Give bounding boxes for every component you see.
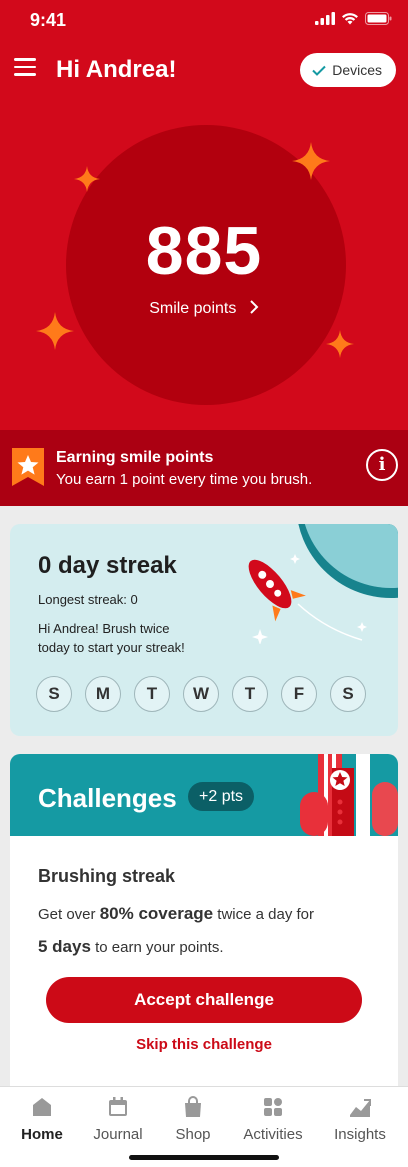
tab-activities[interactable]: Activities bbox=[233, 1095, 313, 1143]
day-tuesday: T bbox=[134, 676, 170, 712]
rocket-illustration bbox=[248, 554, 367, 644]
desc-bold-coverage: 80% coverage bbox=[99, 904, 214, 923]
battery-icon bbox=[365, 12, 392, 25]
points-value: 885 bbox=[145, 213, 263, 289]
grid-icon bbox=[264, 1098, 282, 1116]
challenge-description: Get over 80% coverage twice a day for 5 … bbox=[38, 898, 378, 964]
calendar-icon bbox=[109, 1097, 127, 1116]
desc-bold-days: 5 days bbox=[38, 937, 91, 956]
weekday-row: S M T W T F S bbox=[36, 676, 366, 712]
shopping-bag-icon bbox=[185, 1096, 201, 1117]
sparkle-icon bbox=[326, 330, 354, 358]
status-bar: 9:41 bbox=[0, 0, 408, 42]
accept-challenge-button[interactable]: Accept challenge bbox=[46, 977, 362, 1023]
greeting: Hi Andrea! bbox=[56, 56, 177, 83]
devices-label: Devices bbox=[332, 62, 382, 78]
star-badge-icon bbox=[12, 448, 44, 486]
chevron-right-icon bbox=[250, 300, 259, 314]
day-sunday: S bbox=[36, 676, 72, 712]
tab-journal-label: Journal bbox=[93, 1126, 143, 1143]
tab-insights-label: Insights bbox=[334, 1126, 386, 1143]
smile-points-label: Smile points bbox=[149, 300, 237, 317]
home-icon bbox=[33, 1098, 51, 1116]
day-thursday: T bbox=[232, 676, 268, 712]
tab-shop[interactable]: Shop bbox=[153, 1095, 233, 1143]
chart-icon bbox=[350, 1099, 371, 1117]
hamburger-menu-icon[interactable] bbox=[14, 58, 36, 76]
streak-title: 0 day streak bbox=[38, 552, 177, 579]
points-badge: +2 pts bbox=[188, 782, 255, 811]
day-saturday: S bbox=[330, 676, 366, 712]
earning-banner: Earning smile points You earn 1 point ev… bbox=[0, 430, 408, 506]
sparkle-icon bbox=[292, 142, 330, 180]
skip-challenge-link[interactable]: Skip this challenge bbox=[10, 1036, 398, 1053]
wifi-icon bbox=[342, 13, 358, 25]
tab-home-label: Home bbox=[21, 1126, 63, 1143]
tab-home[interactable]: Home bbox=[2, 1095, 82, 1143]
day-monday: M bbox=[85, 676, 121, 712]
streak-message: Hi Andrea! Brush twice today to start yo… bbox=[38, 619, 185, 657]
status-icons bbox=[315, 12, 392, 25]
streak-message-line2: today to start your streak! bbox=[38, 640, 185, 655]
tab-activities-label: Activities bbox=[243, 1126, 303, 1143]
checkmark-icon bbox=[312, 65, 326, 76]
challenges-title: Challenges bbox=[38, 783, 177, 813]
tab-journal[interactable]: Journal bbox=[78, 1095, 158, 1143]
longest-streak: Longest streak: 0 bbox=[38, 592, 138, 607]
status-time: 9:41 bbox=[30, 10, 67, 30]
challenge-header: Challenges +2 pts bbox=[10, 754, 398, 836]
desc-text: twice a day for bbox=[213, 906, 314, 923]
hero-section: Hi Andrea! Devices 885 Smile points bbox=[0, 42, 408, 430]
home-indicator bbox=[129, 1155, 279, 1160]
signal-icon bbox=[315, 12, 335, 25]
desc-text: Get over bbox=[38, 906, 100, 923]
sparkle-icon bbox=[74, 166, 100, 192]
challenge-name: Brushing streak bbox=[38, 866, 176, 886]
info-icon[interactable]: i bbox=[366, 449, 398, 481]
earning-title: Earning smile points bbox=[56, 449, 214, 466]
earning-subtitle: You earn 1 point every time you brush. bbox=[56, 471, 313, 488]
devices-button[interactable]: Devices bbox=[300, 53, 396, 87]
tab-insights[interactable]: Insights bbox=[320, 1095, 400, 1143]
trophy-illustration bbox=[300, 754, 398, 836]
day-friday: F bbox=[281, 676, 317, 712]
desc-text: to earn your points. bbox=[90, 939, 224, 956]
tab-shop-label: Shop bbox=[175, 1126, 211, 1143]
streak-message-line1: Hi Andrea! Brush twice bbox=[38, 621, 170, 636]
smile-points-link[interactable]: Smile points bbox=[0, 300, 408, 318]
streak-card: 0 day streak Longest streak: 0 Hi Andrea… bbox=[10, 524, 398, 736]
day-wednesday: W bbox=[183, 676, 219, 712]
